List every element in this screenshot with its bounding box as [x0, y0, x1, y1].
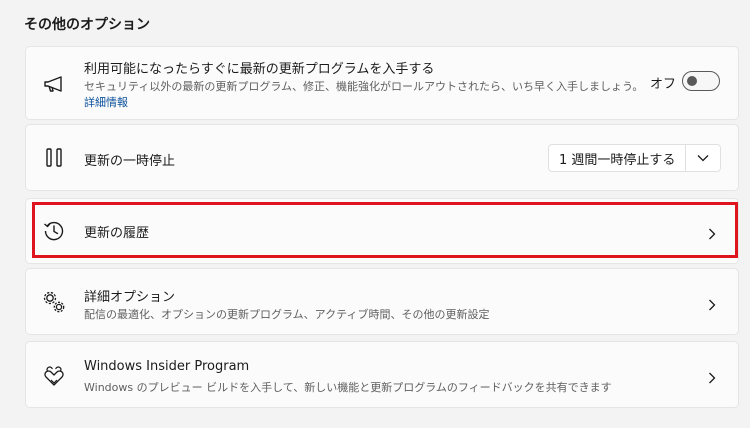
section-title: その他のオプション: [24, 17, 150, 33]
pause-updates-title: 更新の一時停止: [84, 154, 176, 169]
megaphone-icon: [41, 71, 67, 97]
pause-icon: [41, 145, 67, 171]
chevron-down-icon[interactable]: [686, 145, 720, 171]
insider-hearts-icon: [41, 363, 67, 389]
insider-program-card[interactable]: Windows Insider Program Windows のプレビュー ビ…: [25, 341, 739, 408]
pause-updates-card: 更新の一時停止 1 週間一時停止する: [25, 124, 739, 191]
advanced-options-card[interactable]: 詳細オプション 配信の最適化、オプションの更新プログラム、アクティブ時間、その他…: [25, 268, 739, 335]
insider-program-title: Windows Insider Program: [84, 359, 250, 374]
advanced-options-title: 詳細オプション: [84, 290, 176, 305]
toggle-state-label: オフ: [650, 77, 677, 92]
latest-updates-card: 利用可能になったらすぐに最新の更新プログラムを入手する セキュリティ以外の最新の…: [25, 46, 739, 120]
chevron-right-icon: [706, 296, 718, 311]
highlight-box: [32, 202, 738, 258]
toggle-knob: [687, 76, 697, 86]
chevron-right-icon: [706, 369, 718, 384]
advanced-options-description: 配信の最適化、オプションの更新プログラム、アクティブ時間、その他の更新設定: [84, 308, 490, 321]
pause-duration-dropdown[interactable]: 1 週間一時停止する: [548, 144, 722, 172]
insider-program-description: Windows のプレビュー ビルドを入手して、新しい機能と更新プログラムのフィ…: [84, 381, 612, 394]
latest-updates-toggle[interactable]: [682, 71, 720, 91]
learn-more-link[interactable]: 詳細情報: [84, 94, 128, 110]
latest-updates-title: 利用可能になったらすぐに最新の更新プログラムを入手する: [84, 62, 435, 77]
gears-icon: [41, 289, 67, 315]
latest-updates-description: セキュリティ以外の最新の更新プログラム、修正、機能強化がロールアウトされたら、い…: [84, 80, 644, 93]
pause-duration-value: 1 週間一時停止する: [549, 145, 687, 171]
